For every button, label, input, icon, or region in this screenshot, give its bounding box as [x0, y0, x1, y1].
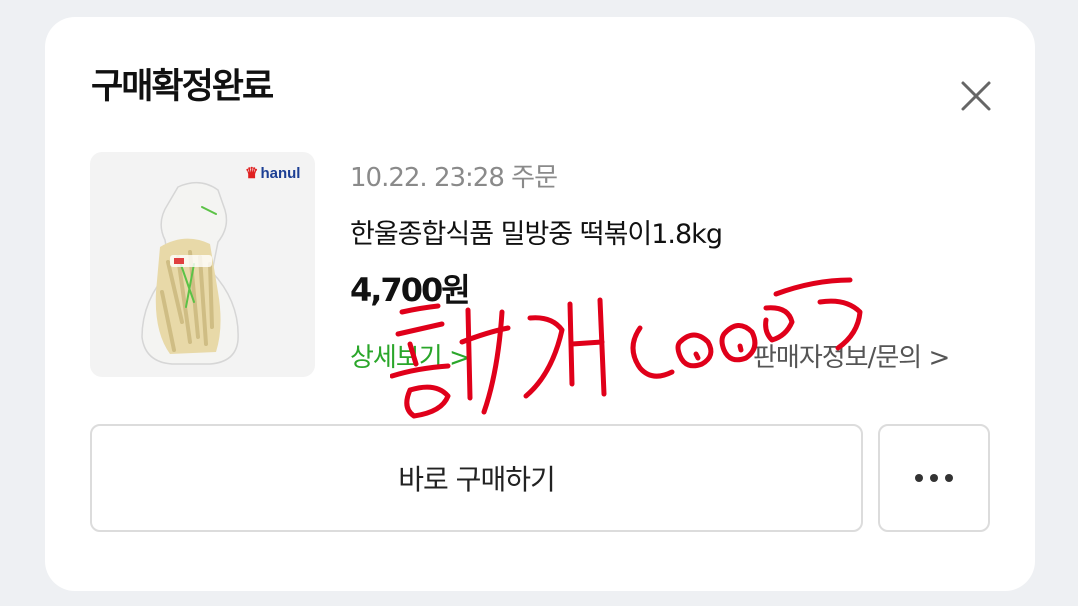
product-thumbnail[interactable]: ♛ hanul [90, 152, 315, 377]
more-dots-icon [915, 474, 953, 482]
detail-link[interactable]: 상세보기 > [350, 337, 471, 374]
brand-logo: ♛ hanul [245, 165, 301, 182]
product-image [141, 181, 239, 365]
product-name[interactable]: 한울종합식품 밀방중 떡볶이1.8kg [350, 212, 723, 251]
more-options-button[interactable] [878, 424, 990, 532]
product-price: 4,700원 [350, 271, 471, 309]
close-icon[interactable] [960, 80, 992, 112]
buy-again-button[interactable]: 바로 구매하기 [90, 424, 863, 532]
seller-info-link[interactable]: 판매자정보/문의 > [753, 337, 950, 374]
order-date: 10.22. 23:28 주문 [350, 163, 558, 193]
purchase-confirm-card: 구매확정완료 ♛ hanul 10.22. 23:28 주문 한울종합식품 밀방… [45, 17, 1035, 591]
dialog-title: 구매확정완료 [91, 67, 274, 107]
